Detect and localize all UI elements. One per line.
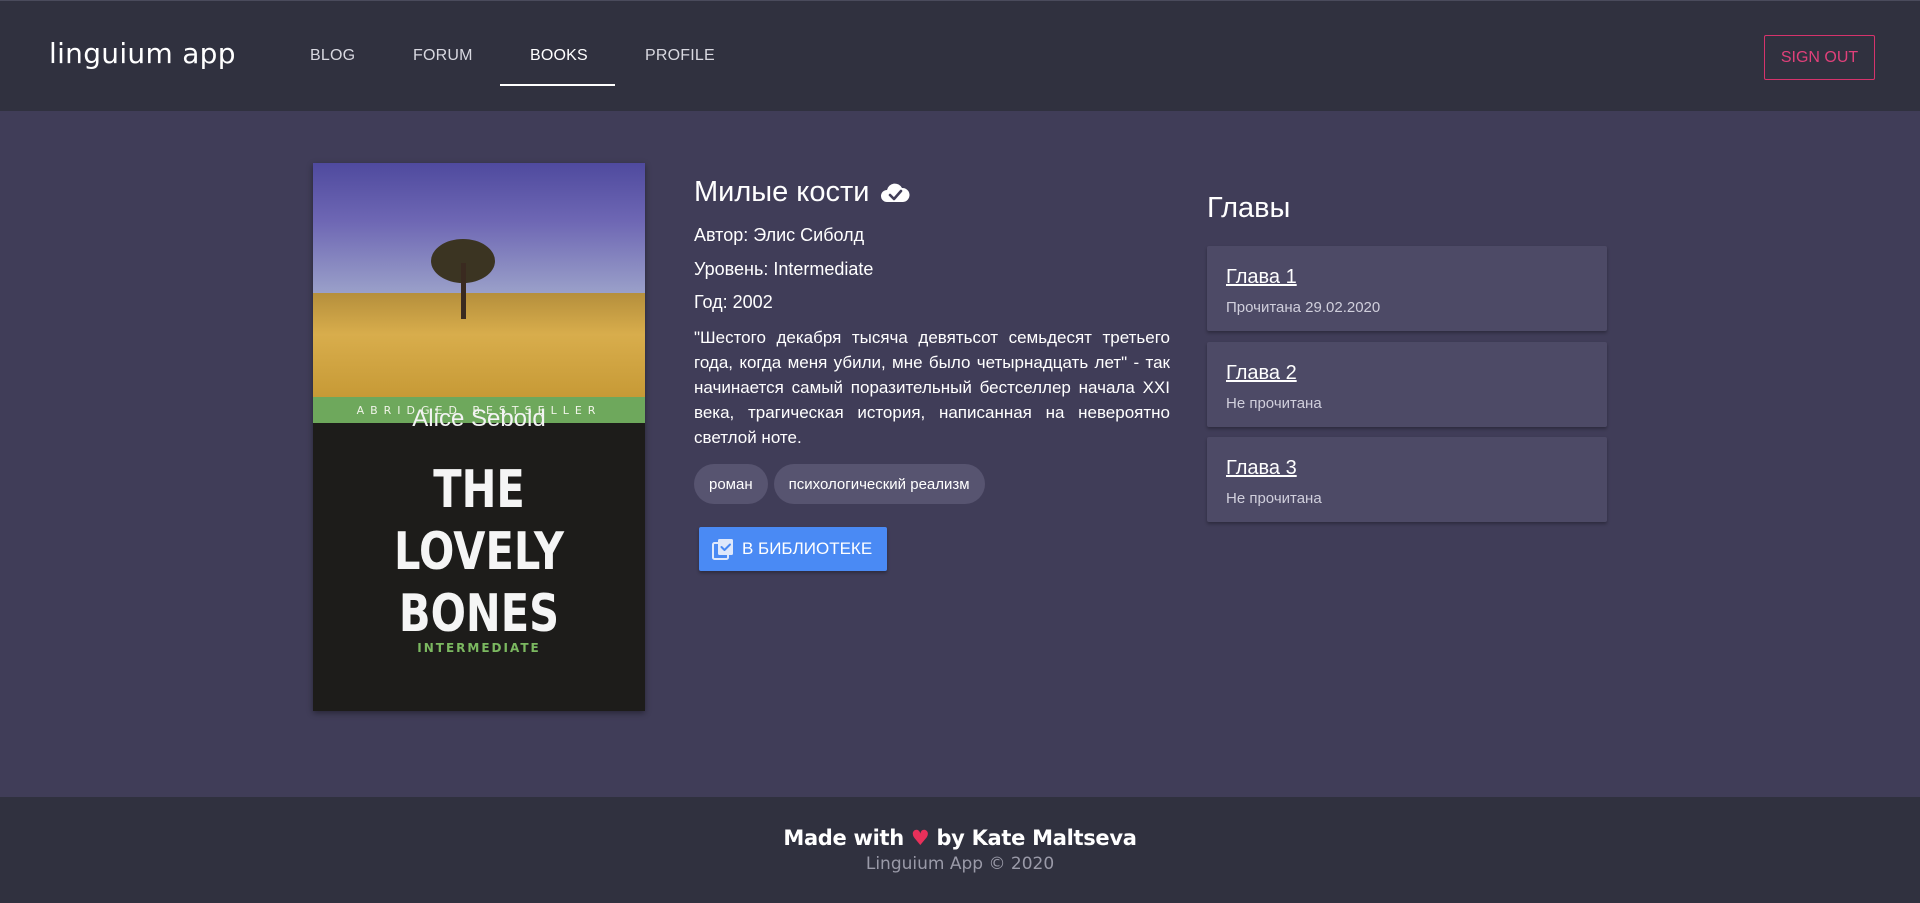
nav-forum[interactable]: FORUM [413, 47, 473, 65]
active-nav-indicator [500, 84, 615, 86]
footer-copyright: Linguium App © 2020 [865, 854, 1055, 874]
book-cover-image: ABRIDGED BESTSELLER Alice Sebold THE LOV… [313, 163, 645, 711]
library-check-icon [711, 537, 735, 561]
cover-tree-trunk [461, 263, 466, 319]
tag-psych-realism[interactable]: психологический реализм [773, 464, 985, 504]
chapter-card-1[interactable]: Глава 1 Прочитана 29.02.2020 [1207, 246, 1607, 331]
nav-profile[interactable]: PROFILE [645, 47, 715, 65]
book-year: Год: 2002 [694, 292, 773, 312]
footer-credit: Made with ♥ by Kate Maltseva [0, 826, 1920, 850]
book-title-text: Милые кости [694, 176, 870, 208]
chapter-card-3[interactable]: Глава 3 Не прочитана [1207, 437, 1607, 522]
cover-level: INTERMEDIATE [417, 641, 541, 655]
chapter-card-2[interactable]: Глава 2 Не прочитана [1207, 342, 1607, 427]
chapter-link[interactable]: Глава 3 [1226, 457, 1297, 480]
in-library-button[interactable]: В БИБЛИОТЕКЕ [699, 527, 887, 571]
footer-made-prefix: Made with [783, 826, 904, 850]
cloud-check-icon [879, 180, 911, 206]
book-description: "Шестого декабря тысяча девятьсот семьде… [694, 328, 1170, 447]
chapter-status: Не прочитана [1226, 395, 1322, 412]
footer [0, 797, 1920, 903]
brand-logo[interactable]: linguium app [49, 37, 236, 70]
in-library-label: В БИБЛИОТЕКЕ [742, 539, 873, 558]
top-navbar: linguium app BLOG FORUM BOOKS PROFILE SI… [0, 0, 1920, 111]
footer-made-suffix: by Kate Maltseva [936, 826, 1137, 850]
cover-author: Alice Sebold [412, 405, 546, 432]
cover-title-line2: BONES [398, 584, 560, 644]
chapter-status: Не прочитана [1226, 490, 1322, 507]
book-author: Автор: Элис Сиболд [694, 225, 865, 245]
chapter-link[interactable]: Глава 2 [1226, 362, 1297, 385]
cover-field [313, 293, 645, 397]
nav-blog[interactable]: BLOG [310, 47, 355, 65]
cover-title-line1: THE LOVELY [393, 460, 565, 582]
cover-title: THE LOVELY BONES [346, 459, 612, 645]
chapters-heading: Главы [1207, 192, 1291, 224]
sign-out-button[interactable]: SIGN OUT [1764, 35, 1875, 80]
chapter-link[interactable]: Глава 1 [1226, 266, 1297, 289]
heart-icon: ♥ [910, 826, 930, 850]
book-title: Милые кости [694, 176, 911, 209]
nav-books[interactable]: BOOKS [530, 47, 588, 65]
book-level: Уровень: Intermediate [694, 259, 874, 279]
genre-tags: роман психологический реализм [694, 464, 985, 504]
chapter-status: Прочитана 29.02.2020 [1226, 299, 1381, 316]
tag-novel[interactable]: роман [694, 464, 768, 504]
